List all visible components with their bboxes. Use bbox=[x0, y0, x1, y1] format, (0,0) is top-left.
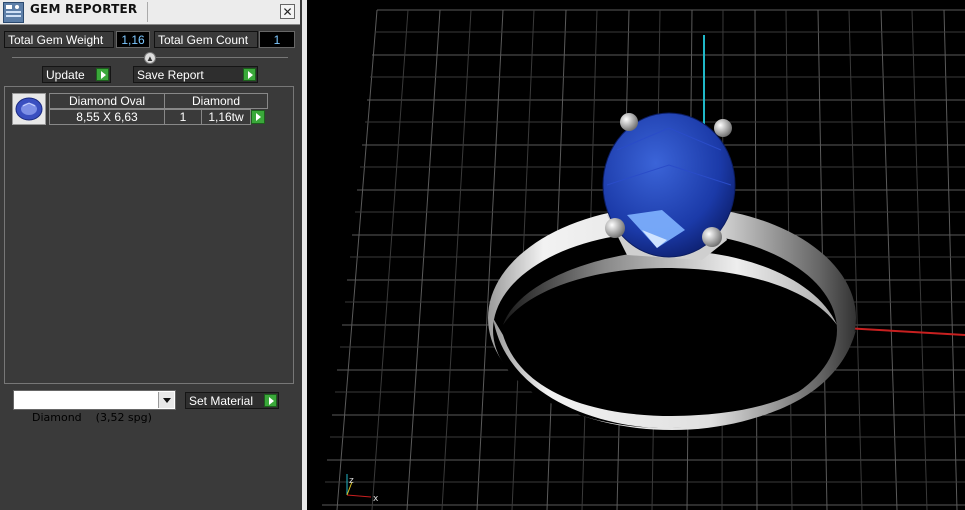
prong-bottom-right bbox=[702, 227, 722, 247]
prong-top-left bbox=[620, 113, 638, 131]
total-gem-weight-value: 1,16 bbox=[116, 31, 150, 48]
gem-row-select-arrow-icon[interactable] bbox=[251, 110, 265, 124]
prong-top-right bbox=[714, 119, 732, 137]
gem-reporter-panel: GEM REPORTER ✕ Total Gem Weight 1,16 Tot… bbox=[0, 0, 302, 510]
x-axis-label: x bbox=[373, 494, 379, 504]
play-arrow-icon bbox=[264, 394, 277, 407]
material-select-value: Diamond (3,52 spg) bbox=[32, 411, 152, 424]
total-gem-count-label: Total Gem Count bbox=[154, 31, 258, 48]
close-button[interactable]: ✕ bbox=[280, 4, 295, 19]
set-material-button[interactable]: Set Material bbox=[185, 392, 279, 409]
total-gem-weight-label: Total Gem Weight bbox=[4, 31, 114, 48]
save-report-button-label: Save Report bbox=[137, 68, 204, 82]
prong-bottom-left bbox=[605, 218, 625, 238]
panel-title: GEM REPORTER bbox=[30, 2, 138, 16]
gem-material-header: Diamond bbox=[164, 93, 268, 109]
play-arrow-icon bbox=[96, 68, 109, 81]
total-gem-count-value: 1 bbox=[259, 31, 295, 48]
gem-count-cell: 1 bbox=[164, 109, 202, 125]
chevron-down-icon[interactable] bbox=[158, 392, 174, 408]
save-report-button[interactable]: Save Report bbox=[133, 66, 258, 83]
3d-viewport[interactable]: z x bbox=[307, 0, 965, 510]
scene-canvas: z x bbox=[322, 9, 965, 510]
material-select[interactable]: Diamond (3,52 spg) bbox=[13, 390, 176, 424]
gem-setting bbox=[602, 112, 736, 260]
oval-gem-thumbnail-icon[interactable] bbox=[12, 93, 46, 125]
title-bar: GEM REPORTER ✕ bbox=[0, 0, 300, 25]
z-axis-label: z bbox=[349, 476, 354, 486]
gem-weight-cell: 1,16tw bbox=[201, 109, 251, 125]
play-arrow-icon bbox=[243, 68, 256, 81]
gem-reporter-app-icon bbox=[3, 2, 24, 23]
update-button[interactable]: Update bbox=[42, 66, 111, 83]
gem-shape-header: Diamond Oval bbox=[49, 93, 165, 109]
update-button-label: Update bbox=[46, 68, 85, 82]
collapse-toggle-icon[interactable]: ▲ bbox=[144, 52, 156, 64]
title-separator bbox=[147, 2, 148, 22]
gem-size-cell: 8,55 X 6,63 bbox=[49, 109, 165, 125]
gem-list: Diamond Oval Diamond 8,55 X 6,63 1 1,16t… bbox=[4, 86, 294, 384]
set-material-button-label: Set Material bbox=[189, 394, 254, 408]
